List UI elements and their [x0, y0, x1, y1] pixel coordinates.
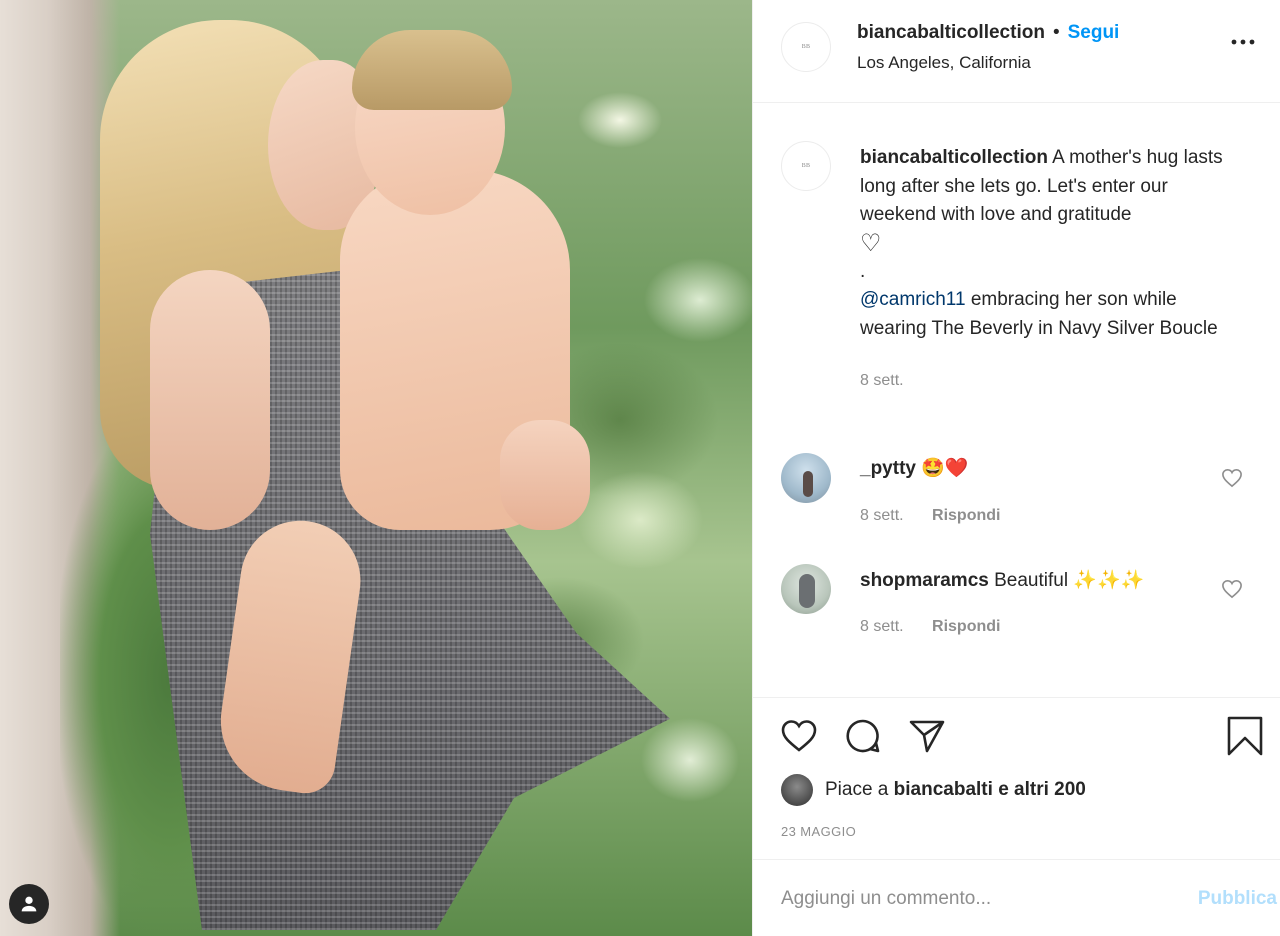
- comment-time[interactable]: 8 sett.: [860, 507, 904, 524]
- likes-count[interactable]: e altri 200: [998, 779, 1086, 800]
- comment-time[interactable]: 8 sett.: [860, 618, 904, 635]
- post-username[interactable]: biancabalticollection: [857, 22, 1045, 44]
- add-comment-bar: Pubblica: [753, 859, 1280, 936]
- heart-outline-icon: [1222, 579, 1242, 599]
- comment-username[interactable]: _pytty: [860, 458, 916, 479]
- more-options-button[interactable]: [1229, 30, 1257, 54]
- caption-dot: .: [860, 260, 866, 282]
- post-date[interactable]: 23 MAGGIO: [781, 824, 856, 839]
- reply-button[interactable]: Rispondi: [932, 507, 1000, 524]
- brand-avatar[interactable]: BB: [781, 22, 831, 72]
- comment-username[interactable]: shopmaramcs: [860, 570, 989, 591]
- comment-input[interactable]: [781, 887, 1161, 910]
- comment-like-button[interactable]: [1221, 579, 1243, 599]
- comment-button[interactable]: [843, 716, 883, 756]
- bookmark-icon: [1227, 716, 1263, 756]
- liker-avatar[interactable]: [781, 774, 813, 806]
- comment-text: Beautiful ✨✨✨: [994, 570, 1145, 591]
- commenter-avatar[interactable]: [781, 564, 831, 614]
- mother-hand: [500, 420, 590, 530]
- more-horizontal-icon: [1231, 39, 1255, 45]
- save-button[interactable]: [1225, 716, 1265, 756]
- comment-meta: 8 sett. Rispondi: [860, 618, 1000, 636]
- heart-outline-icon: [1222, 468, 1242, 488]
- post-photo[interactable]: [0, 0, 752, 936]
- caption-username[interactable]: biancabalticollection: [860, 147, 1048, 168]
- comment-meta: 8 sett. Rispondi: [860, 507, 1000, 525]
- child-hair: [352, 30, 512, 110]
- heart-icon: [781, 720, 817, 752]
- follow-button[interactable]: Segui: [1068, 22, 1120, 44]
- liker-username[interactable]: biancabalti: [894, 779, 993, 800]
- post-side-panel: BB biancabalticollection • Segui Los Ang…: [752, 0, 1280, 936]
- mention-link[interactable]: @camrich11: [860, 289, 966, 310]
- user-icon: [21, 896, 37, 912]
- comment-text: 🤩❤️: [921, 458, 969, 479]
- likes-prefix: Piace a: [825, 779, 889, 800]
- caption-time[interactable]: 8 sett.: [860, 367, 1240, 396]
- like-button[interactable]: [779, 716, 819, 756]
- brand-logo: BB: [801, 44, 811, 50]
- likes-summary: Piace a biancabalti e altri 200: [781, 770, 1086, 810]
- heart-emoji: ♡: [860, 229, 882, 257]
- comment-like-button[interactable]: [1221, 468, 1243, 488]
- brand-logo: BB: [801, 163, 811, 169]
- comments-list[interactable]: BB biancabalticollection A mother's hug …: [753, 104, 1280, 696]
- comment: shopmaramcs Beautiful ✨✨✨: [860, 568, 1144, 592]
- caption: biancabalticollection A mother's hug las…: [860, 144, 1240, 396]
- caption-avatar[interactable]: BB: [781, 141, 831, 191]
- likes-text: Piace a biancabalti e altri 200: [825, 779, 1086, 801]
- share-button[interactable]: [907, 716, 947, 756]
- reply-button[interactable]: Rispondi: [932, 618, 1000, 635]
- post-location[interactable]: Los Angeles, California: [857, 53, 1031, 73]
- mother-arm: [150, 270, 270, 530]
- commenter-avatar[interactable]: [781, 453, 831, 503]
- separator-dot: •: [1052, 22, 1060, 43]
- tagged-user-button[interactable]: [9, 884, 49, 924]
- post-actions: Piace a biancabalti e altri 200 23 MAGGI…: [753, 697, 1280, 936]
- post-header: BB biancabalticollection • Segui Los Ang…: [753, 0, 1280, 103]
- paper-plane-icon: [909, 720, 945, 753]
- comment-bubble-icon: [846, 719, 880, 753]
- publish-button[interactable]: Pubblica: [1198, 888, 1277, 910]
- comment: _pytty 🤩❤️: [860, 456, 969, 480]
